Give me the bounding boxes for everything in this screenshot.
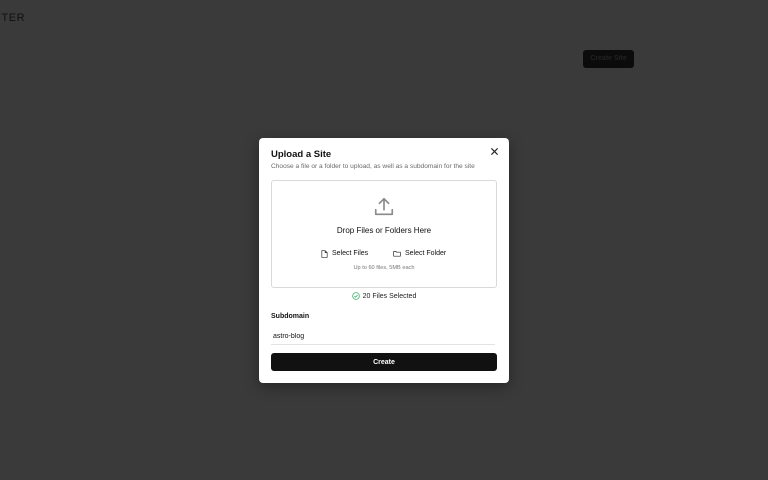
select-folder-label: Select Folder xyxy=(405,250,447,257)
app-logo: ITER xyxy=(0,12,26,24)
select-folder-button[interactable]: Select Folder xyxy=(393,247,446,260)
select-files-button[interactable]: Select Files xyxy=(321,247,368,260)
check-circle-icon xyxy=(351,292,360,300)
subdomain-input[interactable] xyxy=(271,328,495,345)
folder-icon xyxy=(393,251,401,257)
file-icon xyxy=(321,249,328,258)
file-dropzone[interactable]: Drop Files or Folders Here Select Files … xyxy=(271,180,497,288)
upload-limit-text: Up to 60 files, 5MB each xyxy=(353,265,415,271)
select-files-label: Select Files xyxy=(332,250,369,257)
selection-status: 20 Files Selected xyxy=(259,292,509,300)
drop-instructions: Drop Files or Folders Here xyxy=(336,226,432,235)
close-icon xyxy=(490,147,498,155)
subdomain-label: Subdomain xyxy=(271,313,310,320)
modal-title: Upload a Site xyxy=(271,149,332,160)
upload-icon xyxy=(374,197,394,216)
close-button[interactable] xyxy=(488,145,500,157)
files-selected-text: 20 Files Selected xyxy=(362,292,417,300)
upload-site-modal: Upload a Site Choose a file or a folder … xyxy=(259,138,509,383)
create-site-button[interactable]: Create Site xyxy=(583,50,634,68)
create-button[interactable]: Create xyxy=(271,353,497,371)
modal-subtitle: Choose a file or a folder to upload, as … xyxy=(271,163,475,170)
